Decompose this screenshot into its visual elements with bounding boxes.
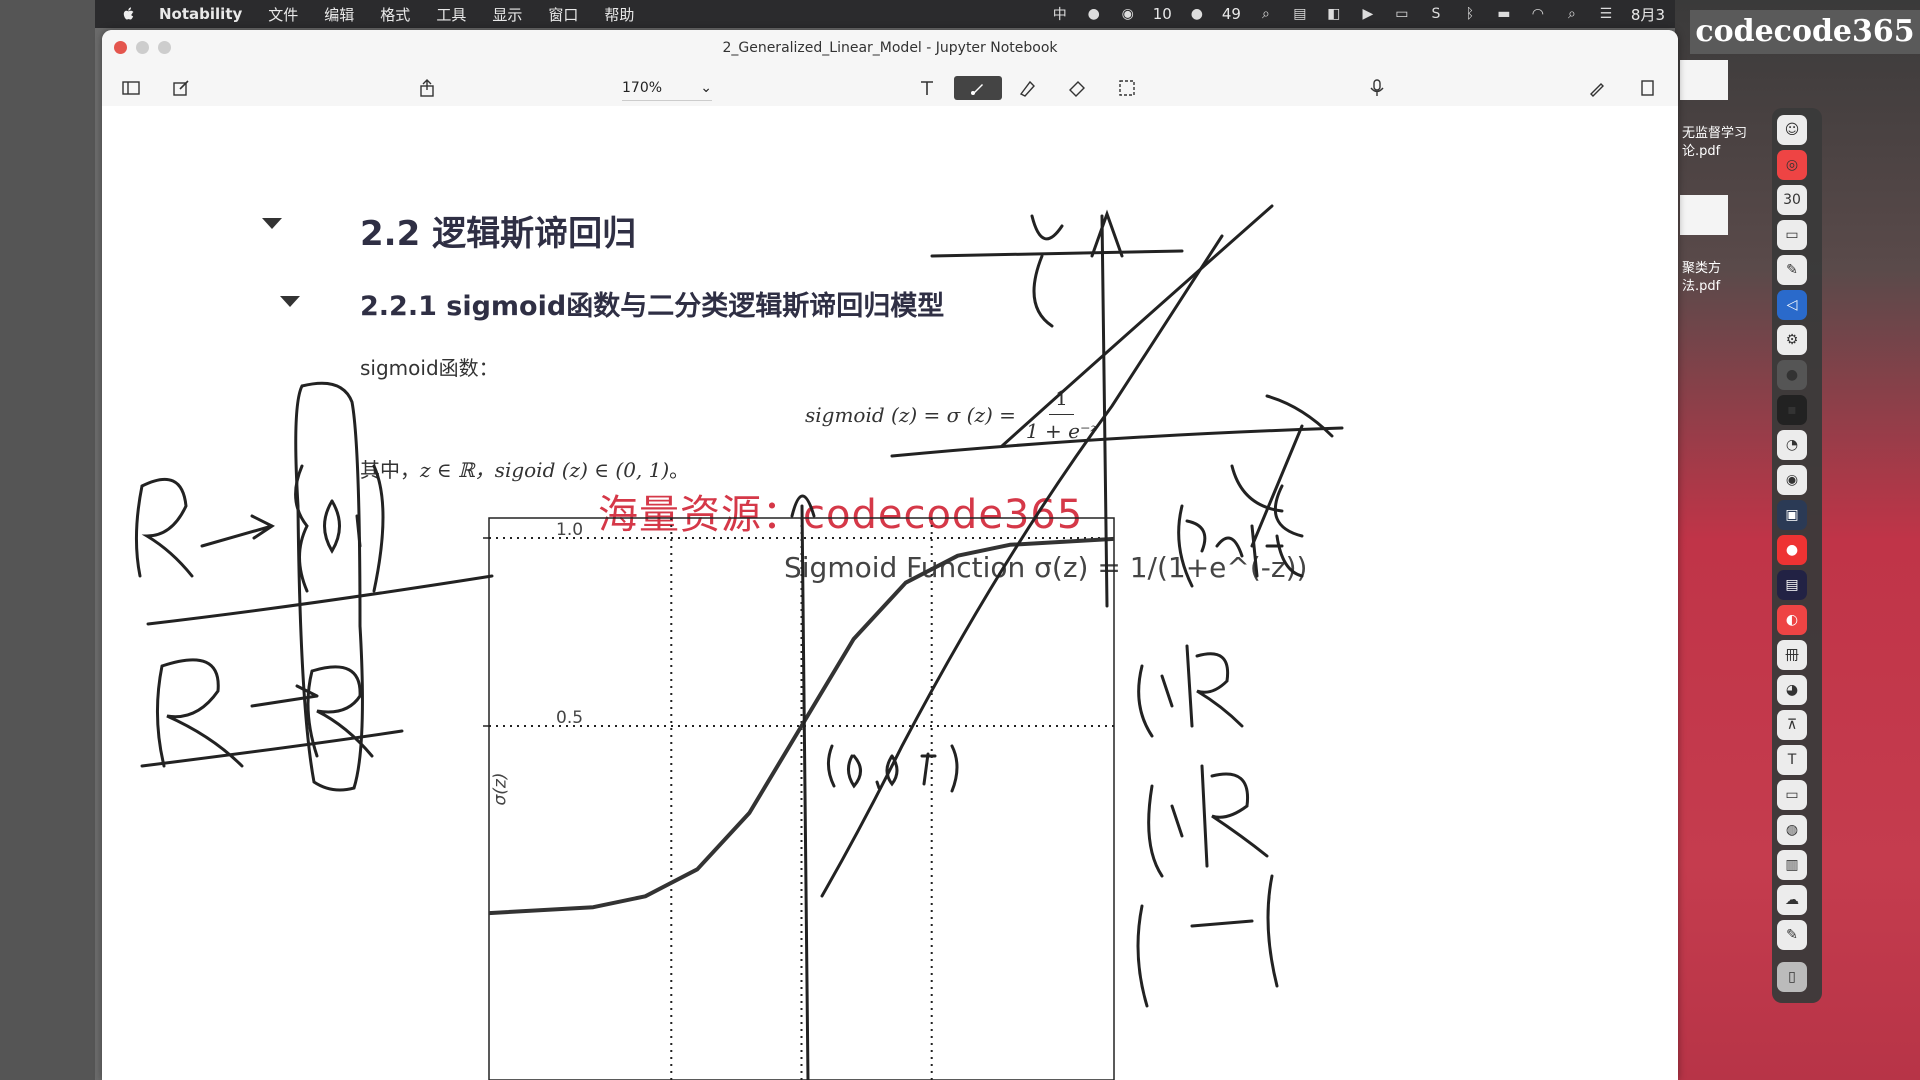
netease-icon[interactable]: ● bbox=[1777, 535, 1807, 565]
note-canvas[interactable]: 2.2 逻辑斯谛回归 2.2.1 sigmoid函数与二分类逻辑斯谛回归模型 s… bbox=[102, 106, 1678, 1080]
layout-icon[interactable]: ▤ bbox=[1291, 5, 1309, 23]
chrome-icon[interactable]: ◎ bbox=[1777, 150, 1807, 180]
menu-edit[interactable]: 编辑 bbox=[324, 4, 354, 25]
highlighter-icon[interactable] bbox=[1014, 76, 1040, 100]
wechat-count: 10 bbox=[1152, 5, 1172, 23]
sourcetree-icon[interactable]: ⊼ bbox=[1777, 710, 1807, 740]
calendar-icon[interactable]: 30 bbox=[1777, 185, 1807, 215]
evernote-dock-icon[interactable]: ● bbox=[1777, 360, 1807, 390]
pencil-settings-icon[interactable] bbox=[1584, 76, 1610, 100]
settings-icon[interactable]: ⚙ bbox=[1777, 325, 1807, 355]
play-icon[interactable]: ▶ bbox=[1359, 5, 1377, 23]
notability-icon[interactable]: ✎ bbox=[1777, 920, 1807, 950]
menu-help[interactable]: 帮助 bbox=[604, 4, 634, 25]
menu-date[interactable]: 8月3 bbox=[1631, 4, 1665, 25]
title-bar: 2_Generalized_Linear_Model - Jupyter Not… bbox=[102, 30, 1678, 70]
screen-icon[interactable]: ▭ bbox=[1393, 5, 1411, 23]
sigmoid-chart bbox=[483, 517, 1115, 1080]
new-note-icon[interactable] bbox=[168, 76, 194, 100]
input-method-icon[interactable]: 中 bbox=[1051, 5, 1069, 23]
finder-icon[interactable]: ☺ bbox=[1777, 115, 1807, 145]
zoom-value: 170% bbox=[622, 80, 663, 96]
menu-view[interactable]: 显示 bbox=[492, 4, 522, 25]
github-icon[interactable]: ◕ bbox=[1777, 675, 1807, 705]
search-scope-icon[interactable]: ⌕ bbox=[1257, 5, 1275, 23]
microphone-icon[interactable] bbox=[1364, 76, 1390, 100]
pen-tool-icon[interactable] bbox=[954, 76, 1002, 100]
wechat-dock-icon[interactable]: ◉ bbox=[1777, 465, 1807, 495]
file-icon[interactable] bbox=[1680, 60, 1728, 100]
books-icon[interactable]: ▥ bbox=[1777, 850, 1807, 880]
notes-icon[interactable]: ▭ bbox=[1777, 220, 1807, 250]
s-app-icon[interactable]: S bbox=[1427, 5, 1445, 23]
file-name-2[interactable]: 聚类方 法.pdf bbox=[1682, 260, 1721, 296]
apple-icon[interactable] bbox=[121, 6, 137, 22]
battery-icon[interactable]: ▬ bbox=[1495, 5, 1513, 23]
share-icon[interactable] bbox=[414, 76, 440, 100]
disk-utility-icon[interactable]: ◍ bbox=[1777, 815, 1807, 845]
pages-icon[interactable] bbox=[1634, 76, 1660, 100]
typora-icon[interactable]: T bbox=[1777, 745, 1807, 775]
trash-icon[interactable]: ▯ bbox=[1777, 962, 1807, 992]
menu-format[interactable]: 格式 bbox=[380, 4, 410, 25]
menu-tools[interactable]: 工具 bbox=[436, 4, 466, 25]
qq-icon[interactable]: ● bbox=[1188, 5, 1206, 23]
terminal-icon[interactable]: ▪ bbox=[1777, 395, 1807, 425]
evernote-icon[interactable]: ● bbox=[1085, 5, 1103, 23]
file-name-1[interactable]: 无监督学习 论.pdf bbox=[1682, 125, 1747, 161]
jupyter-icon[interactable]: ▤ bbox=[1777, 570, 1807, 600]
menu-window[interactable]: 窗口 bbox=[548, 4, 578, 25]
text-tool-icon[interactable] bbox=[914, 76, 940, 100]
notification-count: 49 bbox=[1221, 5, 1241, 23]
window-title: 2_Generalized_Linear_Model - Jupyter Not… bbox=[722, 40, 1058, 56]
spotlight-icon[interactable]: ⌕ bbox=[1563, 5, 1581, 23]
toolbar: 170% ⌄ bbox=[102, 70, 1678, 107]
brand-watermark: codecode365 bbox=[1690, 10, 1920, 54]
clipboard-icon[interactable]: ◧ bbox=[1325, 5, 1343, 23]
wifi-icon[interactable]: ◠ bbox=[1529, 5, 1547, 23]
zhihu-icon[interactable]: 冊 bbox=[1777, 640, 1807, 670]
eraser-icon[interactable] bbox=[1064, 76, 1090, 100]
sidebar-toggle-icon[interactable] bbox=[118, 76, 144, 100]
control-center-icon[interactable]: ☰ bbox=[1597, 5, 1615, 23]
zoom-select[interactable]: 170% ⌄ bbox=[622, 76, 712, 101]
chevron-down-icon: ⌄ bbox=[700, 80, 712, 96]
file-icon[interactable] bbox=[1680, 195, 1728, 235]
bluetooth-icon[interactable]: ᛒ bbox=[1461, 5, 1479, 23]
menu-bar: Notability 文件 编辑 格式 工具 显示 窗口 帮助 中 ● ◉ 10… bbox=[95, 0, 1675, 28]
wechat-icon[interactable]: ◉ bbox=[1119, 5, 1137, 23]
qq-dock-icon[interactable]: ◔ bbox=[1777, 430, 1807, 460]
icloud-icon[interactable]: ☁ bbox=[1777, 885, 1807, 915]
menu-file[interactable]: 文件 bbox=[268, 4, 298, 25]
pycharm-icon[interactable]: ▣ bbox=[1777, 500, 1807, 530]
desktop-left bbox=[0, 0, 95, 1080]
vscode-icon[interactable]: ◁ bbox=[1777, 290, 1807, 320]
menu-app-name[interactable]: Notability bbox=[159, 5, 242, 23]
app-window: 2_Generalized_Linear_Model - Jupyter Not… bbox=[102, 30, 1678, 1080]
lasso-select-icon[interactable] bbox=[1114, 76, 1140, 100]
pen-app-icon[interactable]: ✎ bbox=[1777, 255, 1807, 285]
weibo-icon[interactable]: ◐ bbox=[1777, 605, 1807, 635]
preview-icon[interactable]: ▭ bbox=[1777, 780, 1807, 810]
